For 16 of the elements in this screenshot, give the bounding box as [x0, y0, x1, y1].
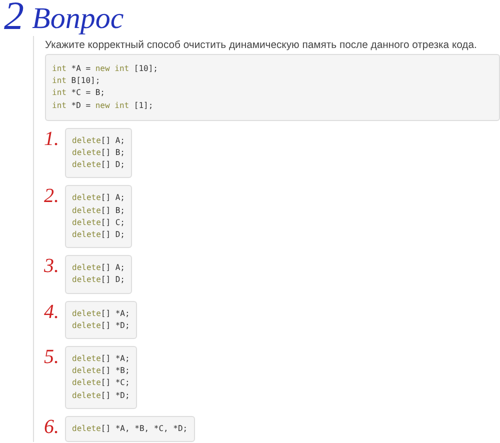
option-number: 2. [43, 185, 59, 208]
question-text: Укажите корректный способ очистить динамическую память после данного отрезка кода. [45, 40, 478, 51]
answer-code-block: delete[] *A; delete[] *B; delete[] *C; delete[] *D; [65, 346, 137, 409]
option-number: 4. [43, 300, 59, 323]
question-number: 2 [4, 0, 24, 36]
answer-code-block: delete[] A; delete[] D; [65, 255, 132, 294]
answer-code-block: delete[] A; delete[] B; delete[] D; [65, 128, 132, 178]
option-number: 3. [43, 255, 59, 278]
option-number: 6. [43, 416, 59, 438]
code-block: int *A = new int [10]; int B[10]; int *C = B; int *D = new int [1]; [45, 54, 500, 121]
answer-code-block: delete[] A; delete[] B; delete[] C; delete[] D; [65, 185, 132, 248]
option-number: 5. [43, 346, 59, 368]
answer-code-block: delete[] *A; delete[] *D; [65, 300, 137, 340]
answer-code-block: delete[] *A, *B, *C, *D; [65, 416, 195, 442]
question-heading: Вопрос [32, 2, 124, 36]
option-number: 1. [43, 128, 59, 150]
